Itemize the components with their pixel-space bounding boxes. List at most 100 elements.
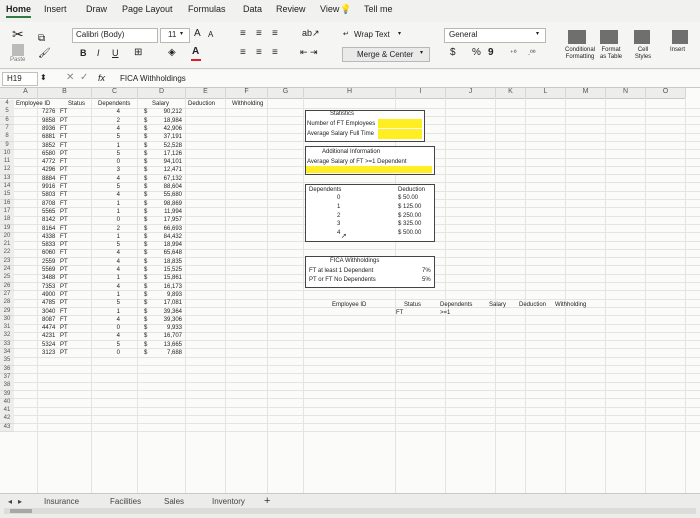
status-cell[interactable]: FT (60, 133, 67, 141)
column-header-f[interactable]: F (226, 88, 268, 99)
salary-cell[interactable]: 39,364 (152, 308, 182, 316)
insert-label[interactable]: Insert (670, 47, 685, 53)
deduction-value[interactable]: $ 250.00 (398, 212, 421, 220)
dependents-cell[interactable]: 0 (90, 216, 120, 224)
status-cell[interactable]: FT (60, 233, 67, 241)
dependents-cell[interactable]: 4 (90, 316, 120, 324)
fica-title[interactable]: FICA Withholdings (330, 257, 379, 265)
salary-cell[interactable]: 94,101 (152, 158, 182, 166)
statistics-title[interactable]: Statistics (330, 110, 354, 118)
dependents-cell[interactable]: 5 (90, 341, 120, 349)
column-header-h[interactable]: H (304, 88, 396, 99)
additional-info-title[interactable]: Additional Information (322, 148, 380, 156)
employee-id-cell[interactable]: 2559 (42, 258, 55, 266)
cell-styles-label[interactable]: Cell Styles (632, 47, 654, 61)
salary-cell[interactable]: 52,528 (152, 142, 182, 150)
employee-id-cell[interactable]: 6060 (42, 249, 55, 257)
dependents-value[interactable]: 2 (337, 212, 340, 220)
dependents-cell[interactable]: 4 (90, 191, 120, 199)
column-header-l[interactable]: L (526, 88, 566, 99)
currency-symbol-cell[interactable]: $ (144, 200, 147, 208)
dependents-cell[interactable]: 0 (90, 349, 120, 357)
criteria-salary[interactable]: Salary (489, 301, 506, 309)
currency-symbol-cell[interactable]: $ (144, 208, 147, 216)
dependents-cell[interactable]: 5 (90, 150, 120, 158)
fica-pt-label[interactable]: PT or FT No Dependents (309, 276, 376, 284)
percent-button[interactable]: % (472, 47, 481, 58)
ft-count-cell[interactable] (378, 119, 422, 128)
decrease-font-button[interactable]: A (208, 30, 213, 39)
employee-id-cell[interactable]: 7353 (42, 283, 55, 291)
status-cell[interactable]: FT (60, 125, 67, 133)
dependents-cell[interactable]: 1 (90, 200, 120, 208)
avg-salary-label[interactable]: Average Salary Full Time (307, 130, 374, 138)
employee-id-cell[interactable]: 8708 (42, 200, 55, 208)
dependents-cell[interactable]: 2 (90, 225, 120, 233)
status-cell[interactable]: FT (60, 175, 67, 183)
indent-icon[interactable]: ⇤ ⇥ (300, 47, 318, 58)
employee-id-cell[interactable]: 9916 (42, 183, 55, 191)
column-header-g[interactable]: G (268, 88, 304, 99)
dependents-cell[interactable]: 0 (90, 158, 120, 166)
bold-button[interactable]: B (80, 48, 87, 58)
deduction-value[interactable]: $ 50.00 (398, 194, 418, 202)
salary-cell[interactable]: 42,906 (152, 125, 182, 133)
salary-cell[interactable]: 67,132 (152, 175, 182, 183)
criteria-employee-id[interactable]: Employee ID (332, 301, 366, 309)
dependents-cell[interactable]: 0 (90, 324, 120, 332)
paste-icon[interactable] (12, 44, 24, 56)
add-sheet-button[interactable]: + (264, 495, 270, 507)
deduction-header[interactable]: Deduction (398, 186, 425, 194)
currency-symbol-cell[interactable]: $ (144, 166, 147, 174)
status-cell[interactable]: PT (60, 117, 68, 125)
column-header-a[interactable]: A (14, 88, 38, 99)
salary-cell[interactable]: 18,994 (152, 241, 182, 249)
avg-dependent-label[interactable]: Average Salary of FT >=1 Dependent (307, 158, 407, 166)
employee-id-cell[interactable]: 4296 (42, 166, 55, 174)
salary-cell[interactable]: 7,688 (152, 349, 182, 357)
italic-button[interactable]: I (97, 48, 100, 58)
scrollbar-thumb[interactable] (10, 509, 32, 513)
salary-cell[interactable]: 15,861 (152, 274, 182, 282)
employee-id-cell[interactable]: 5565 (42, 208, 55, 216)
tab-data[interactable]: Data (243, 4, 262, 14)
number-format-select[interactable]: General ▾ (444, 28, 546, 43)
employee-id-cell[interactable]: 3040 (42, 308, 55, 316)
status-cell[interactable]: FT (60, 108, 67, 116)
select-all-corner[interactable] (0, 88, 15, 99)
status-cell[interactable]: PT (60, 299, 68, 307)
dependents-cell[interactable]: 4 (90, 249, 120, 257)
conditional-formatting-label[interactable]: Conditional Formatting (560, 47, 600, 61)
cut-icon[interactable]: ✂ (12, 26, 24, 43)
currency-symbol-cell[interactable]: $ (144, 233, 147, 241)
status-cell[interactable]: PT (60, 150, 68, 158)
employee-id-cell[interactable]: 8142 (42, 216, 55, 224)
employee-id-cell[interactable]: 8936 (42, 125, 55, 133)
column-header-k[interactable]: K (496, 88, 526, 99)
criteria-status[interactable]: Status (404, 301, 421, 309)
dependents-cell[interactable]: 5 (90, 299, 120, 307)
status-cell[interactable]: FT (60, 316, 67, 324)
borders-icon[interactable]: ⊞ (134, 47, 142, 58)
fica-ft-label[interactable]: FT at least 1 Dependent (309, 267, 373, 275)
status-cell[interactable]: PT (60, 266, 68, 274)
status-cell[interactable]: FT (60, 183, 67, 191)
format-as-table-icon[interactable] (600, 30, 618, 44)
sheet-tab-inventory[interactable]: Inventory (212, 497, 245, 506)
column-header-d[interactable]: D (138, 88, 186, 99)
status-cell[interactable]: FT (60, 225, 67, 233)
align-top-icon[interactable]: ≡ (240, 28, 246, 39)
employee-id-cell[interactable]: 3123 (42, 349, 55, 357)
salary-cell[interactable]: 16,173 (152, 283, 182, 291)
font-size-select[interactable]: 11 ▾ (160, 28, 190, 43)
align-left-icon[interactable]: ≡ (240, 47, 246, 58)
employee-id-cell[interactable]: 5324 (42, 341, 55, 349)
currency-symbol-cell[interactable]: $ (144, 191, 147, 199)
currency-symbol-cell[interactable]: $ (144, 108, 147, 116)
status-cell[interactable]: PT (60, 274, 68, 282)
formula-input[interactable]: FICA Withholdings (120, 74, 186, 83)
dependents-cell[interactable]: 1 (90, 233, 120, 241)
criteria-deduction[interactable]: Deduction (519, 301, 546, 309)
status-cell[interactable]: PT (60, 332, 68, 340)
status-cell[interactable]: PT (60, 291, 68, 299)
